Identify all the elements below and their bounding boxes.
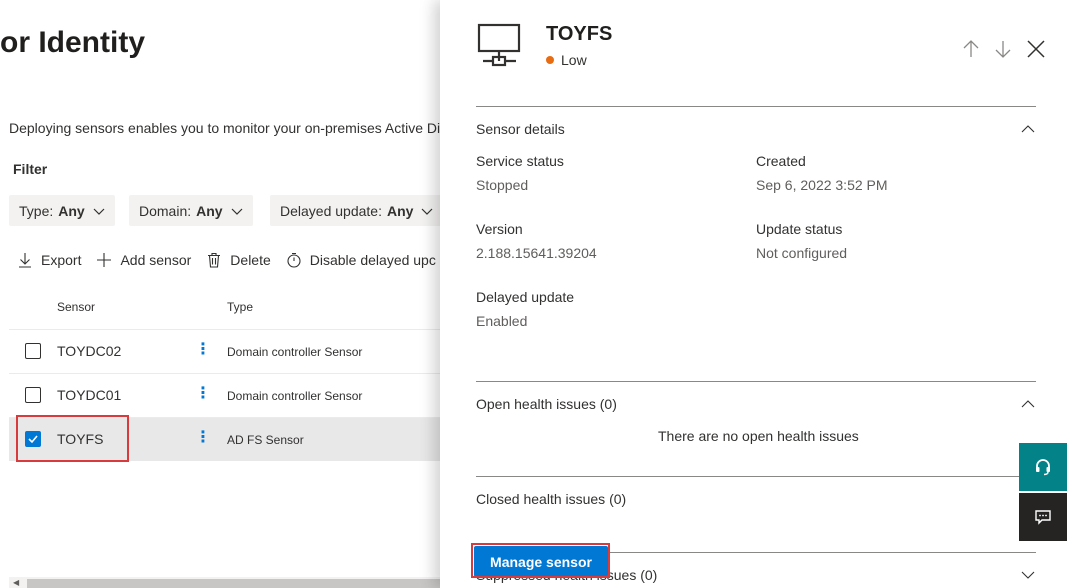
trash-icon <box>208 252 221 268</box>
delete-label: Delete <box>230 252 271 268</box>
close-icon[interactable] <box>1025 38 1047 60</box>
filter-delayed-key: Delayed update: <box>280 202 382 219</box>
chevron-up-icon[interactable] <box>1020 396 1036 412</box>
more-options-icon[interactable]: ⋮ <box>195 430 211 446</box>
delete-button[interactable]: Delete <box>206 252 271 268</box>
chevron-down-icon <box>231 208 243 215</box>
arrow-down-icon[interactable] <box>992 38 1014 60</box>
page-description: Deploying sensors enables you to monitor… <box>9 120 441 136</box>
highlight-annotation <box>16 415 129 462</box>
sensor-name: TOYDC01 <box>57 387 122 403</box>
sensor-details-heading[interactable]: Sensor details <box>476 121 565 137</box>
feedback-icon <box>1035 510 1051 525</box>
table-row[interactable]: TOYDC02 ⋮ Domain controller Sensor <box>9 329 440 373</box>
chevron-down-icon <box>93 208 105 215</box>
disable-delayed-label: Disable delayed upc <box>309 252 436 268</box>
filter-type-key: Type: <box>19 202 54 219</box>
disable-delayed-update-button[interactable]: Disable delayed upc <box>286 252 436 268</box>
add-sensor-label: Add sensor <box>120 252 192 268</box>
divider <box>476 381 1036 382</box>
export-label: Export <box>41 252 82 268</box>
arrow-up-icon[interactable] <box>960 38 982 60</box>
computer-network-icon <box>477 23 521 67</box>
headset-icon <box>1036 459 1050 476</box>
severity-label: Low <box>561 52 587 68</box>
page-title: or Identity <box>0 26 146 59</box>
service-status-label: Service status <box>476 153 564 169</box>
column-header-type[interactable]: Type <box>227 300 253 314</box>
row-checkbox[interactable] <box>25 343 41 359</box>
chevron-down-icon[interactable] <box>1020 567 1036 583</box>
version-value: 2.188.15641.39204 <box>476 245 597 261</box>
chevron-up-icon[interactable] <box>1020 121 1036 137</box>
delayed-update-label: Delayed update <box>476 289 575 305</box>
filter-delayed-value: Any <box>386 202 414 219</box>
divider <box>476 106 1036 107</box>
delayed-update-value: Enabled <box>476 313 528 329</box>
filter-domain-value: Any <box>196 202 223 219</box>
closed-health-issues-heading[interactable]: Closed health issues (0) <box>476 491 626 507</box>
help-button[interactable] <box>1019 443 1067 491</box>
severity-dot-icon <box>546 56 554 64</box>
download-icon <box>19 253 31 268</box>
filter-delayed-update[interactable]: Delayed update: Any <box>270 195 444 226</box>
horizontal-scrollbar[interactable]: ◀ <box>9 577 440 588</box>
column-header-sensor[interactable]: Sensor <box>57 300 95 314</box>
sensor-type: Domain controller Sensor <box>227 345 363 359</box>
created-label: Created <box>756 153 806 169</box>
filter-type[interactable]: Type: Any <box>9 195 115 226</box>
more-options-icon[interactable]: ⋮ <box>195 386 211 402</box>
divider <box>476 476 1036 477</box>
panel-title: TOYFS <box>546 23 613 45</box>
version-label: Version <box>476 221 523 237</box>
feedback-button[interactable] <box>1019 493 1067 541</box>
sensor-detail-panel: TOYFS Low Sensor details Service status … <box>440 0 1067 588</box>
command-bar: Export Add sensor Delete Disable delayed… <box>17 247 451 273</box>
sensor-type: AD FS Sensor <box>227 433 304 447</box>
severity-indicator: Low <box>546 52 587 68</box>
row-checkbox[interactable] <box>25 387 41 403</box>
filter-domain-key: Domain: <box>139 202 192 219</box>
scrollbar-thumb[interactable] <box>27 579 440 588</box>
filter-label: Filter <box>13 161 48 177</box>
filter-domain[interactable]: Domain: Any <box>129 195 253 226</box>
update-status-value: Not configured <box>756 245 848 261</box>
sensor-type: Domain controller Sensor <box>227 389 363 403</box>
sensor-name: TOYDC02 <box>57 343 122 359</box>
service-status-value: Stopped <box>476 177 529 193</box>
open-health-issues-heading[interactable]: Open health issues (0) <box>476 396 617 412</box>
no-open-issues-message: There are no open health issues <box>658 428 859 444</box>
more-options-icon[interactable]: ⋮ <box>195 342 211 358</box>
highlight-annotation <box>471 543 610 578</box>
filter-type-value: Any <box>58 202 85 219</box>
export-button[interactable]: Export <box>17 252 81 268</box>
chevron-down-icon <box>421 208 433 215</box>
add-sensor-button[interactable]: Add sensor <box>96 252 191 268</box>
timer-icon <box>287 252 301 268</box>
update-status-label: Update status <box>756 221 843 237</box>
table-row[interactable]: TOYDC01 ⋮ Domain controller Sensor <box>9 373 440 417</box>
created-value: Sep 6, 2022 3:52 PM <box>756 177 888 193</box>
plus-icon <box>97 253 112 267</box>
scroll-left-icon[interactable]: ◀ <box>13 578 19 587</box>
